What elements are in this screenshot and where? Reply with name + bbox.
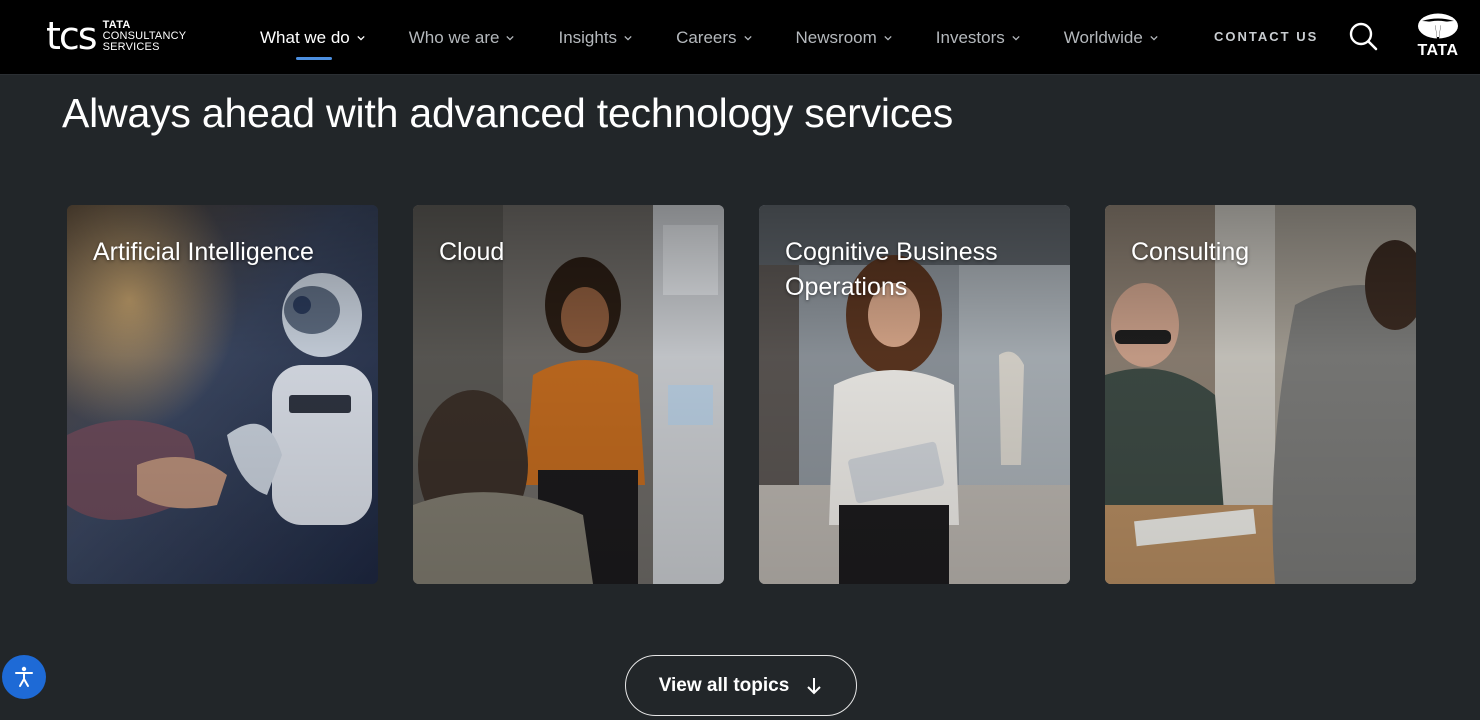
card-title: Cognitive Business Operations: [785, 238, 998, 301]
logo-line-2: CONSULTANCY: [102, 29, 187, 42]
card-title: Cloud: [439, 238, 505, 266]
chevron-down-icon: [1012, 35, 1020, 41]
nav-item-label: Who we are: [408, 27, 500, 47]
topic-card-artificial-intelligence[interactable]: Artificial Intelligence: [67, 205, 378, 584]
topic-card-cognitive-business-operations[interactable]: Cognitive Business Operations: [759, 205, 1070, 584]
top-navigation-bar: tcs TATA CONSULTANCY SERVICES What we do…: [0, 0, 1480, 75]
logo-line-3: SERVICES: [102, 40, 160, 53]
logo-text: TATA CONSULTANCY SERVICES: [102, 18, 187, 53]
active-nav-indicator: [296, 57, 332, 60]
tata-group-logo[interactable]: TATA: [1410, 12, 1466, 62]
nav-item-who-we-are[interactable]: Who we are: [409, 0, 515, 75]
logo-mark: tcs: [46, 14, 98, 58]
view-all-topics-button[interactable]: View all topics: [625, 655, 857, 716]
nav-item-insights[interactable]: Insights: [558, 0, 632, 75]
nav-item-investors[interactable]: Investors: [936, 0, 1020, 75]
search-icon[interactable]: [1347, 20, 1379, 52]
nav-item-what-we-do[interactable]: What we do: [260, 0, 365, 75]
tcs-logo[interactable]: tcs TATA CONSULTANCY SERVICES: [46, 15, 186, 57]
tata-logo-icon: [1418, 13, 1458, 39]
nav-item-label: Careers: [676, 27, 737, 47]
chevron-down-icon: [624, 35, 632, 41]
accessibility-icon: [15, 666, 33, 687]
nav-item-worldwide[interactable]: Worldwide: [1064, 0, 1158, 75]
nav-item-label: Insights: [558, 27, 618, 47]
nav-item-label: Worldwide: [1063, 27, 1143, 47]
card-title: Consulting: [1131, 238, 1250, 266]
nav-item-label: Newsroom: [795, 27, 877, 47]
nav-item-careers[interactable]: Careers: [676, 0, 752, 75]
logo-line-1: TATA: [102, 18, 131, 31]
tata-wordmark: TATA: [1417, 42, 1459, 59]
chevron-down-icon: [884, 35, 892, 41]
topic-card-cloud[interactable]: Cloud: [413, 205, 724, 584]
accessibility-button[interactable]: [2, 655, 46, 699]
view-all-label: View all topics: [658, 674, 790, 696]
chevron-down-icon: [743, 35, 752, 41]
chevron-down-icon: [357, 35, 365, 41]
arrow-down-icon: [807, 677, 822, 694]
section-headline: Always ahead with advanced technology se…: [62, 90, 954, 136]
nav-item-newsroom[interactable]: Newsroom: [796, 0, 892, 75]
nav-item-label: What we do: [260, 27, 350, 47]
topic-card-consulting[interactable]: Consulting: [1105, 205, 1416, 584]
nav-item-label: Investors: [935, 27, 1005, 47]
card-title: Artificial Intelligence: [93, 238, 314, 266]
chevron-down-icon: [506, 35, 515, 41]
contact-us-link[interactable]: CONTACT US: [1214, 29, 1318, 44]
chevron-down-icon: [1150, 35, 1158, 41]
main-nav: What we do Who we are Insights Careers N…: [260, 0, 1202, 75]
